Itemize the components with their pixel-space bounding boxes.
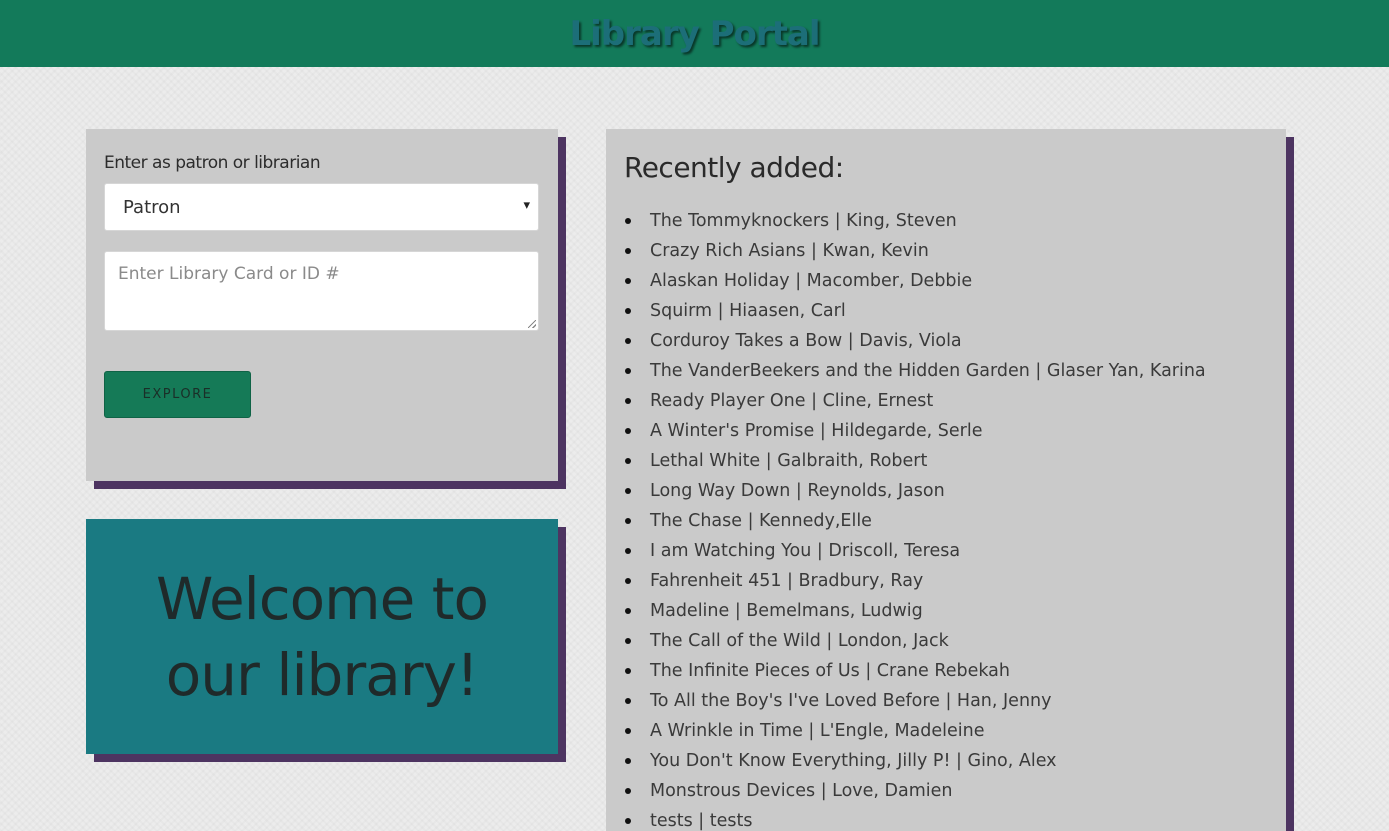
bullet-icon	[625, 728, 631, 734]
book-title: To All the Boy's I've Loved Before | Han…	[650, 691, 1052, 711]
list-item: tests | tests	[625, 806, 1268, 831]
book-title: You Don't Know Everything, Jilly P! | Gi…	[650, 751, 1057, 771]
book-title: The Infinite Pieces of Us | Crane Rebeka…	[650, 661, 1010, 681]
list-item: A Wrinkle in Time | L'Engle, Madeleine	[625, 716, 1268, 746]
bullet-icon	[625, 488, 631, 494]
book-title: Squirm | Hiaasen, Carl	[650, 301, 846, 321]
bullet-icon	[625, 758, 631, 764]
bullet-icon	[625, 608, 631, 614]
bullet-icon	[625, 548, 631, 554]
book-title: The Chase | Kennedy,Elle	[650, 511, 872, 531]
book-title: Long Way Down | Reynolds, Jason	[650, 481, 945, 501]
role-label: Enter as patron or librarian	[104, 153, 321, 173]
book-title: A Wrinkle in Time | L'Engle, Madeleine	[650, 721, 985, 741]
list-item: Fahrenheit 451 | Bradbury, Ray	[625, 566, 1268, 596]
welcome-message: Welcome to our library!	[156, 564, 489, 709]
bullet-icon	[625, 368, 631, 374]
list-item: The Tommyknockers | King, Steven	[625, 206, 1268, 236]
book-title: Corduroy Takes a Bow | Davis, Viola	[650, 331, 962, 351]
book-title: The Tommyknockers | King, Steven	[650, 211, 957, 231]
bullet-icon	[625, 218, 631, 224]
bullet-icon	[625, 518, 631, 524]
book-list: The Tommyknockers | King, Steven Crazy Ri…	[624, 206, 1268, 831]
role-select[interactable]: Patron ▾	[104, 183, 539, 231]
bullet-icon	[625, 398, 631, 404]
list-item: Lethal White | Galbraith, Robert	[625, 446, 1268, 476]
role-select-value: Patron	[123, 196, 181, 218]
welcome-panel: Welcome to our library!	[86, 519, 558, 754]
book-title: Fahrenheit 451 | Bradbury, Ray	[650, 571, 924, 591]
list-item: Squirm | Hiaasen, Carl	[625, 296, 1268, 326]
resize-handle-icon[interactable]	[528, 320, 536, 328]
bullet-icon	[625, 338, 631, 344]
list-item: A Winter's Promise | Hildegarde, Serle	[625, 416, 1268, 446]
library-card-input[interactable]: Enter Library Card or ID #	[104, 251, 539, 331]
list-item: Monstrous Devices | Love, Damien	[625, 776, 1268, 806]
list-item: You Don't Know Everything, Jilly P! | Gi…	[625, 746, 1268, 776]
bullet-icon	[625, 248, 631, 254]
recently-added-heading: Recently added:	[624, 151, 844, 184]
list-item: To All the Boy's I've Loved Before | Han…	[625, 686, 1268, 716]
list-item: Long Way Down | Reynolds, Jason	[625, 476, 1268, 506]
bullet-icon	[625, 698, 631, 704]
list-item: Madeline | Bemelmans, Ludwig	[625, 596, 1268, 626]
bullet-icon	[625, 668, 631, 674]
list-item: Alaskan Holiday | Macomber, Debbie	[625, 266, 1268, 296]
book-title: A Winter's Promise | Hildegarde, Serle	[650, 421, 983, 441]
list-item: The VanderBeekers and the Hidden Garden …	[625, 356, 1268, 386]
chevron-down-icon: ▾	[523, 198, 530, 213]
explore-button[interactable]: EXPLORE	[104, 371, 251, 418]
list-item: Corduroy Takes a Bow | Davis, Viola	[625, 326, 1268, 356]
page-title: Library Portal	[569, 13, 820, 54]
book-title: Crazy Rich Asians | Kwan, Kevin	[650, 241, 929, 261]
list-item: The Call of the Wild | London, Jack	[625, 626, 1268, 656]
login-panel: Enter as patron or librarian Patron ▾ En…	[86, 129, 558, 481]
book-title: Madeline | Bemelmans, Ludwig	[650, 601, 923, 621]
book-title: Alaskan Holiday | Macomber, Debbie	[650, 271, 973, 291]
book-title: Ready Player One | Cline, Ernest	[650, 391, 934, 411]
list-item: The Infinite Pieces of Us | Crane Rebeka…	[625, 656, 1268, 686]
book-title: Lethal White | Galbraith, Robert	[650, 451, 928, 471]
book-title: tests | tests	[650, 811, 753, 831]
bullet-icon	[625, 818, 631, 824]
book-title: I am Watching You | Driscoll, Teresa	[650, 541, 961, 561]
book-title: The VanderBeekers and the Hidden Garden …	[650, 361, 1206, 381]
header-bar: Library Portal	[0, 0, 1389, 67]
list-item: Ready Player One | Cline, Ernest	[625, 386, 1268, 416]
bullet-icon	[625, 788, 631, 794]
bullet-icon	[625, 278, 631, 284]
list-item: Crazy Rich Asians | Kwan, Kevin	[625, 236, 1268, 266]
list-item: I am Watching You | Driscoll, Teresa	[625, 536, 1268, 566]
bullet-icon	[625, 308, 631, 314]
bullet-icon	[625, 428, 631, 434]
recently-added-panel: Recently added: The Tommyknockers | King…	[606, 129, 1286, 831]
book-title: Monstrous Devices | Love, Damien	[650, 781, 953, 801]
bullet-icon	[625, 458, 631, 464]
bullet-icon	[625, 638, 631, 644]
bullet-icon	[625, 578, 631, 584]
library-card-placeholder: Enter Library Card or ID #	[118, 264, 340, 284]
list-item: The Chase | Kennedy,Elle	[625, 506, 1268, 536]
book-title: The Call of the Wild | London, Jack	[650, 631, 949, 651]
